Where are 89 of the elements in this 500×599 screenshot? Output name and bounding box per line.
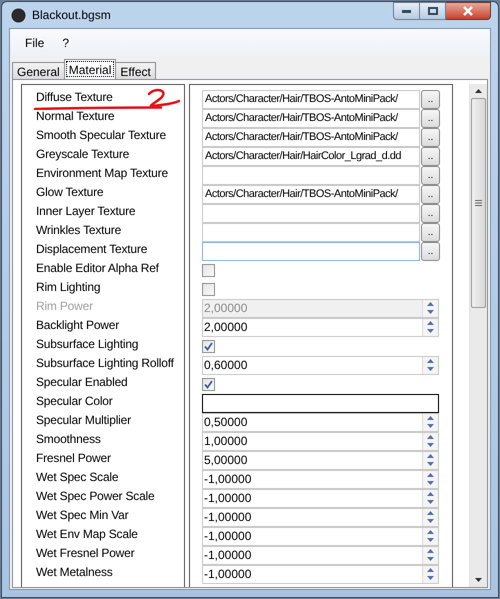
check-icon [204, 342, 213, 351]
property-label: Environment Map Texture [36, 166, 168, 181]
scrollbar-thumb[interactable] [471, 98, 486, 308]
property-label: Specular Multiplier [36, 413, 131, 428]
app-icon [11, 8, 26, 22]
browse-button[interactable]: .. [421, 166, 440, 185]
number-field[interactable]: 5,00000 [202, 451, 439, 470]
tab[interactable]: Effect [115, 62, 156, 79]
property-label: Diffuse Texture [36, 90, 113, 105]
property-label: Wet Env Map Scale [36, 527, 138, 542]
property-label: Wet Spec Min Var [36, 508, 128, 523]
property-label: Wet Fresnel Power [36, 546, 134, 561]
property-label: Wet Spec Scale [36, 470, 118, 485]
number-field[interactable]: 2,00000 [202, 318, 439, 337]
close-button[interactable] [446, 2, 491, 20]
number-field[interactable]: -1,00000 [202, 489, 439, 508]
maximize-icon [428, 7, 438, 15]
path-field[interactable]: Actors/Character/Hair/TBOS-AntoMiniPack/ [202, 185, 420, 204]
number-field[interactable]: -1,00000 [202, 508, 439, 527]
tab[interactable]: Material [64, 59, 116, 79]
spin-buttons[interactable] [422, 566, 438, 583]
browse-button[interactable]: .. [421, 90, 440, 109]
property-label: Wrinkles Texture [36, 223, 122, 238]
checkbox[interactable] [202, 283, 215, 296]
scribble-drawing [145, 88, 181, 108]
property-label: Wet Spec Power Scale [36, 489, 155, 504]
path-field[interactable] [202, 223, 420, 242]
spin-buttons[interactable] [422, 547, 438, 564]
property-label: Rim Power [36, 299, 93, 314]
path-field[interactable]: Actors/Character/Hair/TBOS-AntoMiniPack/ [202, 90, 420, 109]
browse-button[interactable]: .. [421, 185, 440, 204]
property-label: Specular Color [36, 394, 113, 409]
menu-item[interactable]: ? [62, 34, 70, 52]
number-field[interactable]: -1,00000 [202, 470, 439, 489]
spin-buttons[interactable] [422, 357, 438, 374]
spin-buttons[interactable] [422, 528, 438, 545]
minimize-icon [402, 10, 411, 12]
check-icon [204, 380, 213, 389]
property-label: Wet Metalness [36, 565, 113, 580]
spin-buttons[interactable] [422, 490, 438, 507]
path-field[interactable] [202, 166, 420, 185]
property-label: Subsurface Lighting [36, 337, 138, 352]
minimize-button[interactable] [393, 2, 420, 20]
property-label: Smooth Specular Texture [36, 128, 166, 143]
checkbox[interactable] [202, 340, 215, 353]
maximize-button[interactable] [420, 2, 446, 20]
property-label: Backlight Power [36, 318, 120, 333]
property-label: Greyscale Texture [36, 147, 130, 162]
browse-button[interactable]: .. [421, 128, 440, 147]
menu-item[interactable]: File [25, 34, 44, 52]
spin-buttons[interactable] [422, 433, 438, 450]
spin-buttons[interactable] [422, 471, 438, 488]
checkbox[interactable] [202, 264, 215, 277]
number-field[interactable]: -1,00000 [202, 527, 439, 546]
browse-button[interactable]: .. [421, 204, 440, 223]
property-label: Inner Layer Texture [36, 204, 136, 219]
property-label: Subsurface Lighting Rolloff [36, 356, 174, 371]
number-field[interactable]: 0,60000 [202, 356, 439, 375]
path-field[interactable]: Actors/Character/Hair/TBOS-AntoMiniPack/ [202, 109, 420, 128]
property-label: Enable Editor Alpha Ref [36, 261, 159, 276]
color-swatch[interactable] [202, 394, 439, 413]
property-label: Rim Lighting [36, 280, 100, 295]
close-icon [462, 6, 474, 16]
spin-buttons[interactable] [422, 414, 438, 431]
grip-icon [475, 200, 482, 206]
property-label: Displacement Texture [36, 242, 148, 257]
property-label: Specular Enabled [36, 375, 128, 390]
property-label: Normal Texture [36, 109, 114, 124]
browse-button[interactable]: .. [421, 109, 440, 128]
spin-buttons[interactable] [422, 319, 438, 336]
tab[interactable]: General [12, 62, 65, 79]
path-field[interactable]: Actors/Character/Hair/TBOS-AntoMiniPack/ [202, 128, 420, 147]
spin-buttons[interactable] [422, 452, 438, 469]
property-label: Fresnel Power [36, 451, 111, 466]
number-field[interactable]: -1,00000 [202, 565, 439, 584]
window-title: Blackout.bgsm [32, 7, 111, 24]
spin-buttons[interactable] [422, 509, 438, 526]
browse-button[interactable]: .. [421, 223, 440, 242]
browse-button[interactable]: .. [421, 147, 440, 166]
browse-button[interactable]: .. [421, 242, 440, 261]
property-label: Glow Texture [36, 185, 104, 200]
number-field[interactable]: 1,00000 [202, 432, 439, 451]
checkbox[interactable] [202, 378, 215, 391]
number-field[interactable]: -1,00000 [202, 546, 439, 565]
path-field[interactable] [202, 204, 420, 223]
path-field[interactable] [202, 242, 420, 261]
path-field[interactable]: Actors/Character/Hair/HairColor_Lgrad_d.dd [202, 147, 420, 166]
number-field[interactable]: 0,50000 [202, 413, 439, 432]
property-label: Smoothness [36, 432, 101, 447]
